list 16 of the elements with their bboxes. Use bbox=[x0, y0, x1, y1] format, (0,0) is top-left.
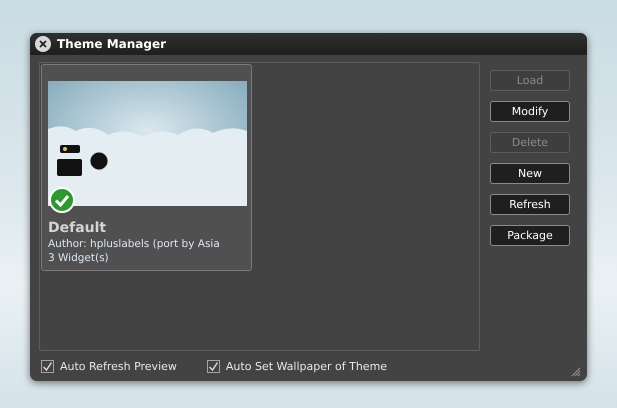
theme-author: Author: hpluslabels (port by Asia bbox=[48, 237, 221, 251]
action-button[interactable]: Package bbox=[490, 225, 570, 246]
window-title: Theme Manager bbox=[57, 37, 166, 51]
close-button[interactable] bbox=[35, 36, 51, 52]
close-icon bbox=[37, 38, 49, 50]
checkbox[interactable] bbox=[206, 360, 220, 373]
action-button[interactable]: Refresh bbox=[490, 194, 570, 215]
action-button[interactable]: Modify bbox=[490, 101, 570, 122]
checkbox[interactable] bbox=[41, 360, 54, 373]
checkbox-label: Auto Refresh Preview bbox=[60, 360, 177, 373]
widget-count: 3 Widget(s) bbox=[48, 251, 110, 265]
theme-name: Default bbox=[48, 220, 108, 237]
checkbox-label: Auto Set Wallpaper of Theme bbox=[226, 360, 388, 373]
resize-grip-icon[interactable] bbox=[571, 367, 581, 377]
theme-card[interactable]: Default Author: hpluslabels (port by Asia 3 Widget(s) bbox=[41, 64, 252, 271]
action-button[interactable]: New bbox=[490, 163, 570, 184]
